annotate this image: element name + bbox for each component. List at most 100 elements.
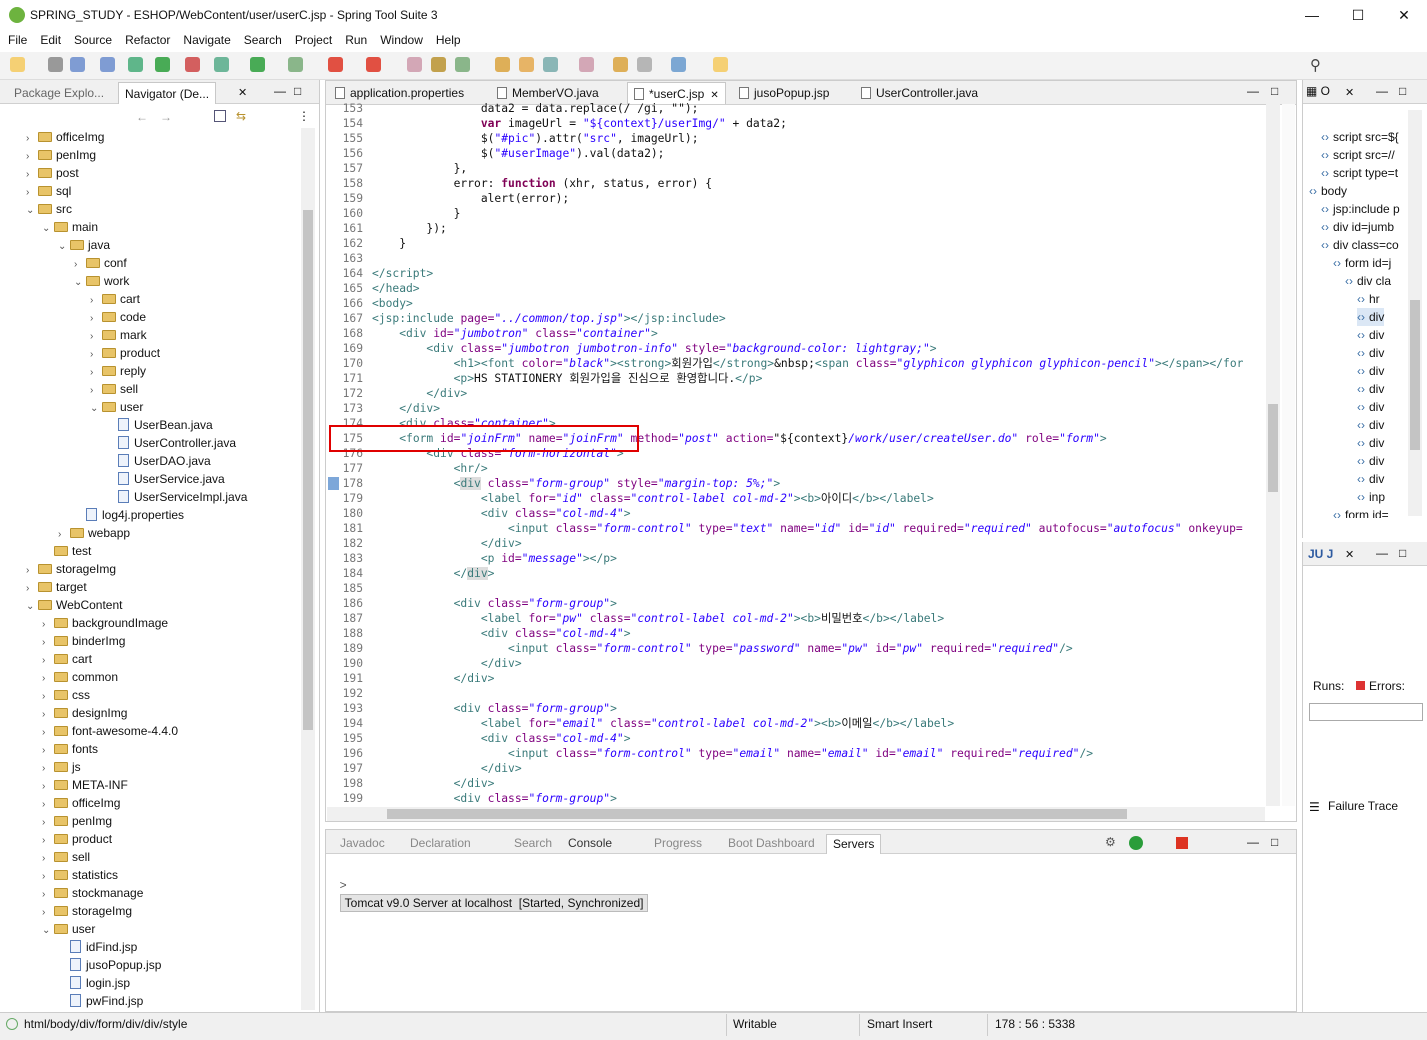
outline-item[interactable]: ‹› div [1357, 434, 1384, 452]
editor-tab[interactable]: application.properties [329, 82, 470, 104]
menu-navigate[interactable]: Navigate [175, 30, 235, 47]
tree-item[interactable]: › code [90, 308, 146, 326]
tree-item[interactable]: › backgroundImage [42, 614, 168, 632]
tree-item[interactable]: › product [90, 344, 160, 362]
outline-item[interactable]: ‹› script src=// [1321, 146, 1395, 164]
tree-item[interactable]: ⌄ main [42, 218, 98, 236]
outline-item[interactable]: ‹› jsp:include p [1321, 200, 1400, 218]
tab-package-explorer[interactable]: Package Explo... [8, 82, 110, 104]
tree-item[interactable]: › storageImg [26, 560, 116, 578]
toolbar-button-icon[interactable] [10, 57, 25, 72]
tree-item[interactable]: › fonts [42, 740, 98, 758]
close-icon[interactable]: ✕ [710, 90, 718, 101]
tree-item[interactable]: ⌄ user [42, 920, 95, 938]
menu-help[interactable]: Help [428, 30, 466, 47]
navigator-scrollbar-thumb[interactable] [303, 210, 313, 730]
toolbar-button-icon[interactable] [328, 57, 343, 72]
outline-item[interactable]: ‹› div [1357, 416, 1384, 434]
toolbar-button-icon[interactable] [671, 57, 686, 72]
outline-item[interactable]: ‹› div [1357, 452, 1384, 470]
editor-vscroll-thumb[interactable] [1268, 404, 1278, 492]
tree-item[interactable]: pwFind.jsp [58, 992, 143, 1010]
editor-tab[interactable]: MemberVO.java [491, 82, 605, 104]
tree-item[interactable]: › stockmanage [42, 884, 143, 902]
chevron-down-icon[interactable]: ⌄ [58, 238, 70, 256]
tree-item[interactable]: UserDAO.java [106, 452, 211, 470]
toolbar-button-icon[interactable] [288, 57, 303, 72]
tree-item[interactable]: › penImg [42, 812, 112, 830]
toolbar-button-icon[interactable] [431, 57, 446, 72]
junit-maximize-icon[interactable]: □ [1399, 546, 1406, 560]
tree-item[interactable]: › storageImg [42, 902, 132, 920]
tree-item[interactable]: ⌄ WebContent [26, 596, 123, 614]
outline-item[interactable]: ‹› div [1357, 344, 1384, 362]
tree-item[interactable]: log4j.properties [74, 506, 184, 524]
chevron-down-icon[interactable]: ⌄ [74, 274, 86, 292]
minimize-icon[interactable]: — [274, 84, 286, 98]
tree-item[interactable]: › target [26, 578, 87, 596]
bottom-maximize-icon[interactable]: □ [1271, 835, 1278, 849]
outline-close-icon[interactable]: ✕ [1345, 86, 1354, 99]
link-editor-icon[interactable]: ⇆ [236, 109, 246, 123]
toolbar-button-icon[interactable] [48, 57, 63, 72]
junit-tab[interactable]: JU J [1308, 547, 1333, 561]
menu-run[interactable]: Run [337, 30, 372, 47]
bottom-tab-console[interactable]: Console [562, 834, 618, 854]
editor-tab[interactable]: jusoPopup.jsp [733, 82, 835, 104]
chevron-down-icon[interactable]: ⌄ [42, 220, 54, 238]
debug-server-icon[interactable]: ⚙ [1105, 835, 1116, 849]
minimize-button[interactable]: — [1289, 0, 1335, 30]
tree-item[interactable]: UserService.java [106, 470, 225, 488]
tree-item[interactable]: › webapp [58, 524, 130, 542]
toolbar-button-icon[interactable] [155, 57, 170, 72]
chevron-down-icon[interactable]: ⌄ [26, 202, 38, 220]
tree-item[interactable]: idFind.jsp [58, 938, 137, 956]
tree-item[interactable]: › cart [90, 290, 140, 308]
outline-item[interactable]: ‹› inp [1357, 488, 1385, 506]
outline-item[interactable]: ‹› script type=t [1321, 164, 1398, 182]
editor-hscroll-thumb[interactable] [387, 809, 1127, 819]
tree-item[interactable]: › sql [26, 182, 71, 200]
toolbar-button-icon[interactable] [613, 57, 628, 72]
start-server-icon[interactable] [1129, 836, 1143, 850]
toolbar-button-icon[interactable] [637, 57, 652, 72]
menu-project[interactable]: Project [287, 30, 337, 47]
outline-item[interactable]: ‹› script src=${ [1321, 128, 1399, 146]
collapse-all-icon[interactable] [214, 110, 226, 122]
junit-close-icon[interactable]: ✕ [1345, 548, 1354, 561]
tree-item[interactable]: › conf [74, 254, 127, 272]
menu-refactor[interactable]: Refactor [117, 30, 175, 47]
toolbar-button-icon[interactable] [128, 57, 143, 72]
toolbar-button-icon[interactable] [70, 57, 85, 72]
bottom-tab-search[interactable]: Search [508, 834, 558, 854]
outline-item[interactable]: ‹› form id= [1333, 506, 1389, 518]
tree-item[interactable]: › officeImg [42, 794, 120, 812]
toolbar-button-icon[interactable] [713, 57, 728, 72]
outline-item[interactable]: ‹› hr [1357, 290, 1380, 308]
forward-icon[interactable]: → [160, 110, 172, 124]
tree-item[interactable]: jusoPopup.jsp [58, 956, 161, 974]
tree-item[interactable]: ⌄ java [58, 236, 110, 254]
stop-server-icon[interactable] [1176, 837, 1188, 849]
junit-minimize-icon[interactable]: — [1376, 546, 1388, 560]
toolbar-button-icon[interactable] [519, 57, 534, 72]
outline-item[interactable]: ‹› div id=jumb [1321, 218, 1394, 236]
outline-item[interactable]: ‹› div cla [1345, 272, 1391, 290]
menu-edit[interactable]: Edit [32, 30, 66, 47]
toolbar-button-icon[interactable] [185, 57, 200, 72]
tree-item[interactable]: › designImg [42, 704, 127, 722]
outline-item[interactable]: ‹› div [1357, 398, 1384, 416]
toolbar-button-icon[interactable] [495, 57, 510, 72]
menu-source[interactable]: Source [66, 30, 117, 47]
chevron-down-icon[interactable]: ⌄ [42, 922, 54, 940]
close-button[interactable]: ✕ [1381, 0, 1427, 30]
outline-minimize-icon[interactable]: — [1376, 84, 1388, 98]
back-icon[interactable]: ← [136, 110, 148, 124]
outline-item[interactable]: ‹› form id=j [1333, 254, 1391, 272]
outline-item[interactable]: ‹› div [1357, 380, 1384, 398]
bottom-tab-servers[interactable]: Servers [826, 834, 882, 854]
toolbar-button-icon[interactable] [100, 57, 115, 72]
toolbar-button-icon[interactable] [366, 57, 381, 72]
bottom-tab-javadoc[interactable]: Javadoc [334, 834, 391, 854]
menu-file[interactable]: File [0, 30, 32, 47]
